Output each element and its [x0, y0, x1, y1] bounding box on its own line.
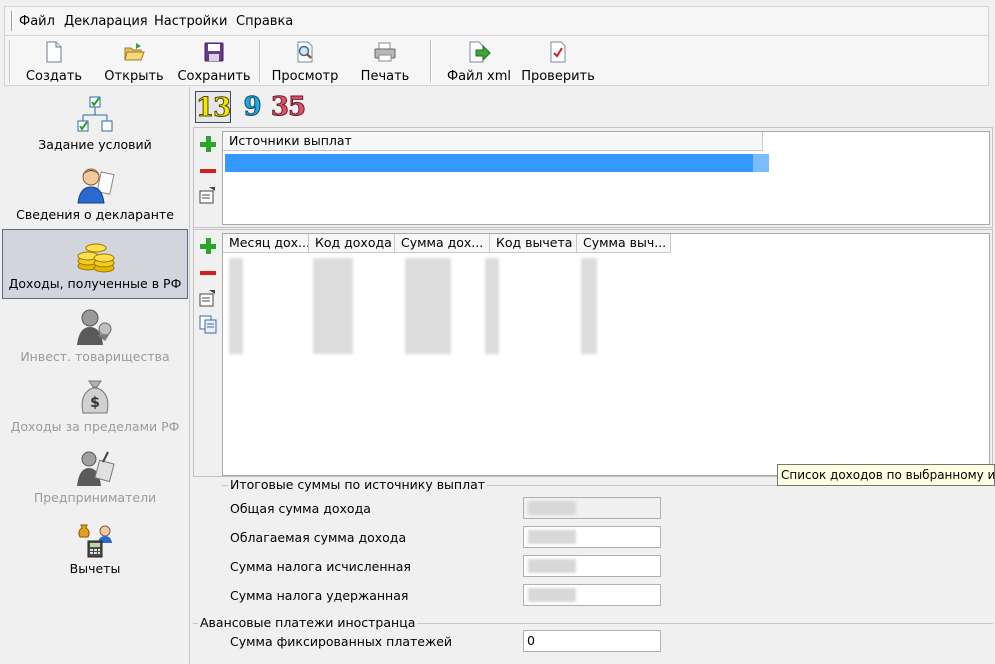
deductions-icon	[78, 524, 112, 558]
add-source-icon[interactable]	[198, 134, 218, 154]
sidebar-item-conditions[interactable]: Задание условий	[2, 89, 188, 159]
create-button[interactable]: Создать	[15, 38, 93, 84]
redacted-deduction-sum-cells	[581, 258, 597, 354]
edit-income-icon[interactable]	[198, 288, 218, 308]
advance-group-title: Авансовые платежи иностранца	[198, 615, 418, 630]
xml-export-icon	[469, 41, 491, 63]
column-header-income-code[interactable]: Код дохода	[309, 234, 395, 253]
fixed-payments-field[interactable]: 0	[523, 630, 661, 652]
menu-settings[interactable]: Настройки	[154, 14, 227, 29]
open-folder-icon	[124, 43, 145, 61]
sidebar: Задание условий Сведения о декларанте До…	[1, 87, 190, 664]
column-header-deduction-code[interactable]: Код вычета	[490, 234, 577, 253]
printer-icon	[374, 42, 396, 62]
sources-toolbar	[194, 130, 222, 225]
column-header-sources[interactable]: Источники выплат	[223, 132, 763, 151]
remove-income-icon[interactable]	[198, 263, 218, 283]
new-document-icon	[46, 41, 62, 63]
conditions-icon	[77, 96, 113, 132]
column-header-deduction-sum[interactable]: Сумма выч...	[577, 234, 671, 253]
selected-source-row-edge	[753, 154, 769, 172]
menu-declaration[interactable]: Декларация	[64, 14, 148, 29]
sidebar-item-entrepreneurs[interactable]: Предприниматели	[2, 442, 188, 512]
tax-rate-tabs: 13 9 35	[193, 89, 993, 125]
remove-source-icon[interactable]	[198, 161, 218, 181]
menu-bar: Файл Декларация Настройки Справка	[4, 6, 989, 36]
income-table[interactable]: Месяц дох... Код дохода Сумма дох... Код…	[222, 233, 990, 476]
check-button[interactable]: Проверить	[519, 38, 597, 84]
print-button[interactable]: Печать	[346, 38, 424, 84]
taxable-income-field[interactable]	[523, 526, 661, 548]
selected-source-row[interactable]	[225, 154, 769, 172]
redacted-month-cells	[229, 258, 243, 354]
tax-calculated-label: Сумма налога исчисленная	[230, 559, 411, 574]
entrepreneur-icon	[77, 451, 115, 486]
totals-group-title: Итоговые суммы по источнику выплат	[228, 477, 488, 492]
sources-table[interactable]: Источники выплат	[222, 131, 990, 225]
save-button[interactable]: Сохранить	[175, 38, 253, 84]
fixed-payments-label: Сумма фиксированных платежей	[230, 634, 453, 649]
total-income-field	[523, 497, 661, 519]
tax-rate-35-tab[interactable]: 35	[269, 91, 307, 123]
taxable-income-label: Облагаемая сумма дохода	[230, 530, 407, 545]
sidebar-item-income-rf[interactable]: Доходы, полученные в РФ	[2, 229, 188, 299]
column-header-month[interactable]: Месяц дох...	[223, 234, 309, 253]
menu-help[interactable]: Справка	[236, 14, 293, 29]
money-bag-icon: $	[81, 380, 109, 414]
xml-file-button[interactable]: Файл xml	[440, 38, 518, 84]
partnership-icon	[77, 309, 112, 345]
redacted-income-code-cells	[313, 258, 353, 354]
preview-button[interactable]: Просмотр	[266, 38, 344, 84]
redacted-value	[528, 501, 576, 515]
tax-withheld-field[interactable]	[523, 584, 661, 606]
checkmark-document-icon	[550, 41, 566, 63]
redacted-value	[528, 559, 576, 573]
menu-grip	[11, 11, 13, 31]
total-income-label: Общая сумма дохода	[230, 501, 371, 516]
sidebar-item-income-abroad[interactable]: $ Доходы за пределами РФ	[2, 371, 188, 441]
tax-withheld-label: Сумма налога удержанная	[230, 588, 409, 603]
toolbar-separator	[430, 40, 432, 82]
tax-rate-9-tab[interactable]: 9	[241, 91, 263, 123]
redacted-income-sum-cells	[405, 258, 451, 354]
toolbar-separator	[9, 40, 11, 82]
sidebar-item-declarant[interactable]: Сведения о декларанте	[2, 159, 188, 229]
magnifier-document-icon	[297, 41, 313, 63]
tax-calculated-field[interactable]	[523, 555, 661, 577]
menu-file[interactable]: Файл	[19, 14, 55, 29]
tax-rate-13-tab[interactable]: 13	[195, 91, 232, 124]
column-header-income-sum[interactable]: Сумма дох...	[395, 234, 490, 253]
floppy-disk-icon	[204, 42, 224, 62]
svg-text:$: $	[90, 395, 100, 411]
declarant-icon	[77, 168, 115, 204]
copy-income-icon[interactable]	[198, 314, 218, 334]
redacted-deduction-code-cells	[485, 258, 499, 354]
add-income-icon[interactable]	[198, 236, 218, 256]
edit-source-icon[interactable]	[198, 185, 218, 205]
coins-icon	[77, 243, 115, 273]
redacted-value	[528, 530, 576, 544]
tooltip: Список доходов по выбранному источ	[777, 464, 995, 486]
redacted-value	[528, 588, 576, 602]
sidebar-item-invest-partnership[interactable]: Инвест. товарищества	[2, 301, 188, 371]
sidebar-item-deductions[interactable]: Вычеты	[2, 513, 188, 583]
income-toolbar	[194, 232, 222, 342]
toolbar: Создать Открыть Сохранить Просмотр Печат…	[4, 36, 989, 86]
toolbar-separator	[259, 40, 261, 82]
open-button[interactable]: Открыть	[95, 38, 173, 84]
